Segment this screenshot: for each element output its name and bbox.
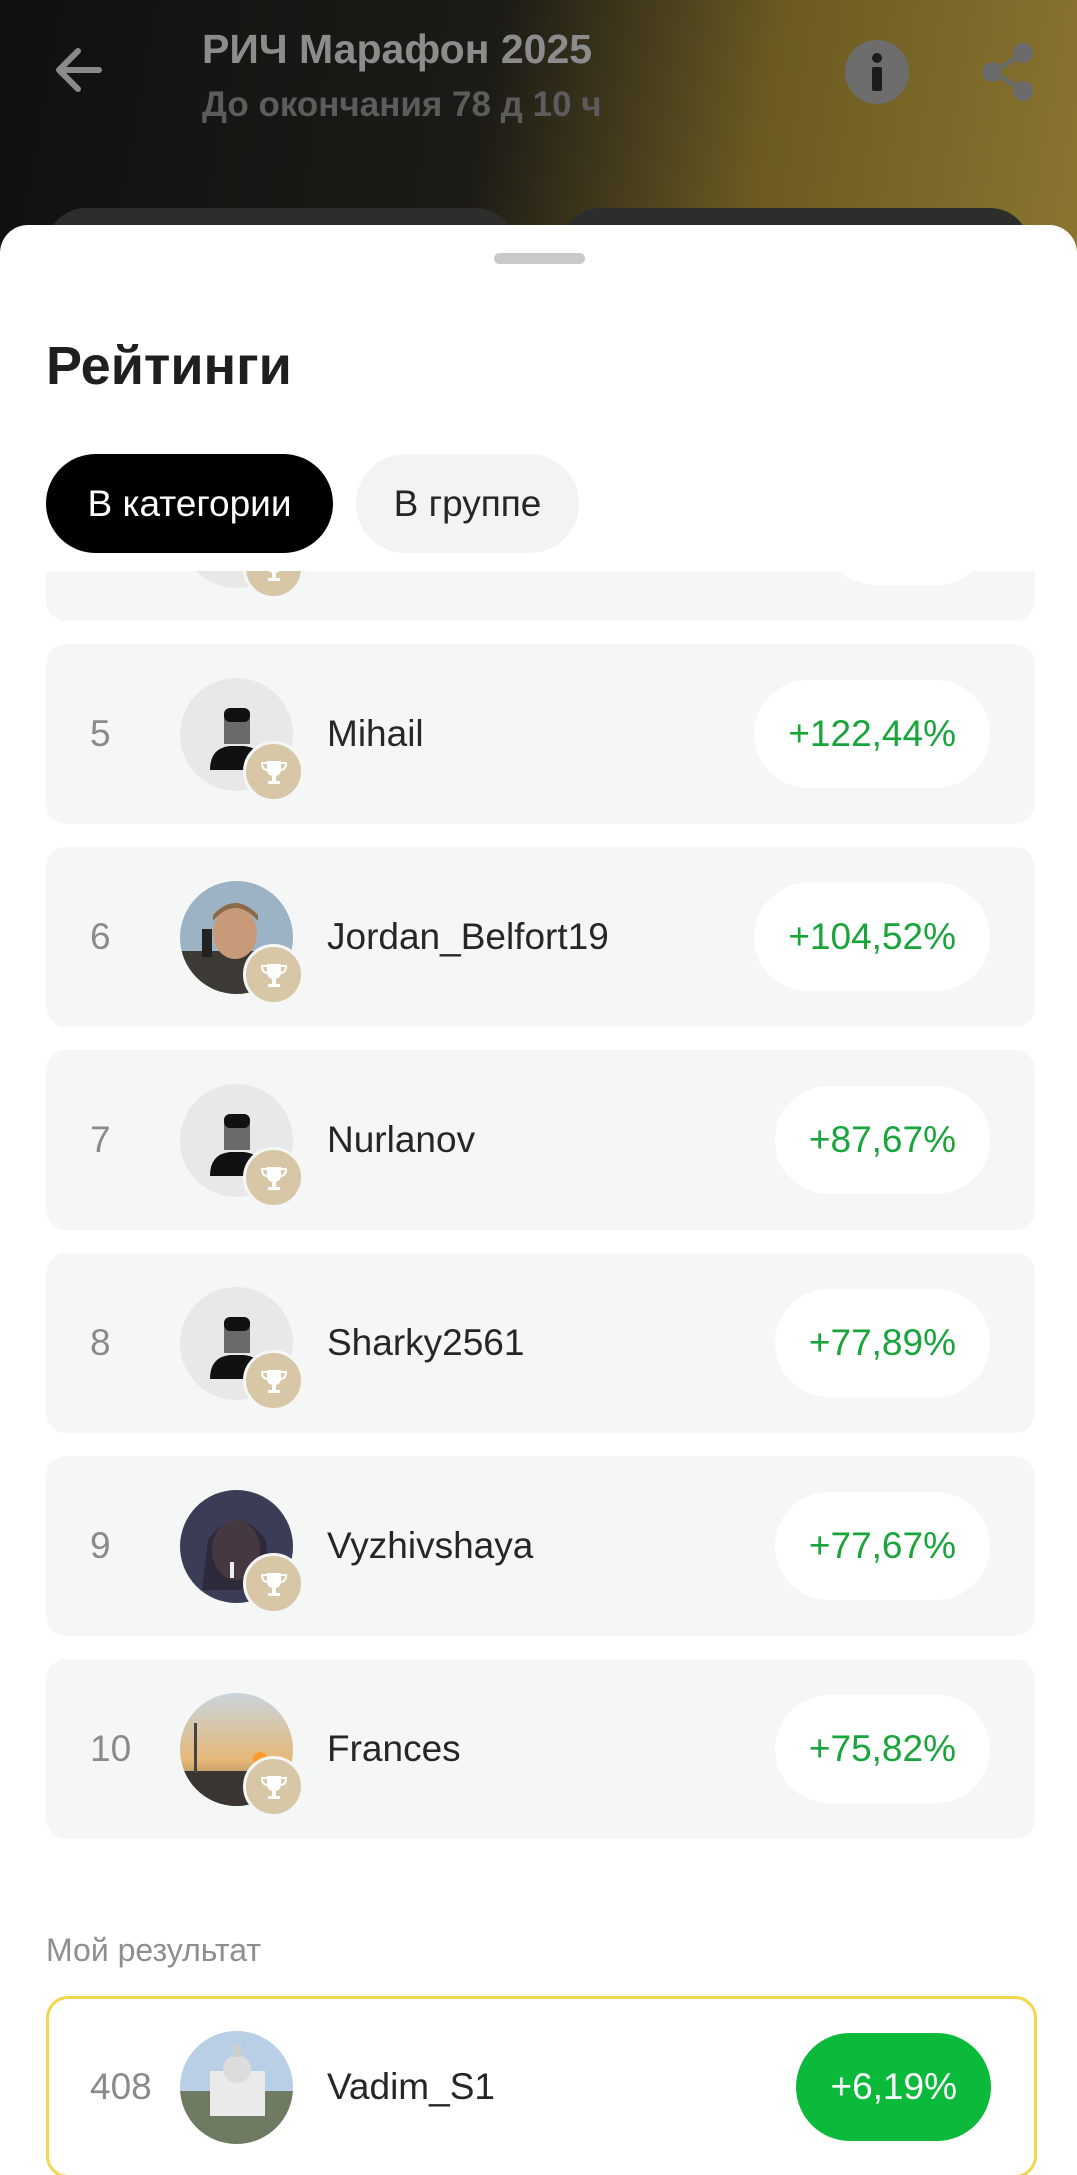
marathon-countdown: До окончания 78 д 10 ч xyxy=(202,85,602,124)
ranking-row[interactable]: 5 Mihail +122,44% xyxy=(46,644,1035,824)
result-badge xyxy=(822,571,990,585)
info-icon xyxy=(872,53,882,91)
username: Sharky2561 xyxy=(327,1322,525,1363)
ranking-row[interactable]: 9 Vyzhivshaya +77,67% xyxy=(46,1456,1035,1636)
rank-number: 6 xyxy=(90,916,111,957)
tab-in-category[interactable]: В категории xyxy=(46,454,333,553)
my-result-label: Мой результат xyxy=(46,1932,261,1968)
ranking-row[interactable]: 6 Jordan_Belfort19 +104,52% xyxy=(46,847,1035,1027)
rank-number: 10 xyxy=(90,1728,132,1769)
ratings-list[interactable]: 5 Mihail +122,44% 6 Jordan_Belfort19 +104,52%… xyxy=(0,571,1077,1901)
sheet-drag-handle[interactable] xyxy=(494,253,585,264)
my-avatar xyxy=(180,2031,293,2144)
ranking-row[interactable]: 8 Sharky2561 +77,89% xyxy=(46,1253,1035,1433)
username: Nurlanov xyxy=(327,1119,476,1160)
share-icon xyxy=(982,43,1033,101)
my-result-row[interactable]: 408 Vadim_S1 +6,19% xyxy=(46,1996,1037,2175)
ranking-row[interactable] xyxy=(46,571,1035,621)
username: Jordan_Belfort19 xyxy=(327,916,609,957)
sheet-title: Рейтинги xyxy=(46,336,292,396)
trophy-icon xyxy=(243,944,304,1005)
result-badge: +75,82% xyxy=(774,1695,990,1803)
arrow-left-icon xyxy=(56,48,102,92)
my-rank: 408 xyxy=(90,2066,152,2107)
ranking-row[interactable]: 7 Nurlanov +87,67% xyxy=(46,1050,1035,1230)
rank-number: 8 xyxy=(90,1322,111,1363)
result-badge: +77,89% xyxy=(774,1289,990,1397)
ratings-sheet: Рейтинги В категории В группе 5 Mihail +12… xyxy=(0,225,1077,2175)
trophy-icon xyxy=(243,1350,304,1411)
result-badge: +87,67% xyxy=(774,1086,990,1194)
trophy-icon xyxy=(243,1756,304,1817)
info-button[interactable] xyxy=(845,40,909,104)
tab-in-group[interactable]: В группе xyxy=(356,454,579,553)
my-result-badge: +6,19% xyxy=(796,2033,991,2141)
marathon-title: РИЧ Марафон 2025 xyxy=(202,26,593,72)
result-badge: +77,67% xyxy=(774,1492,990,1600)
rank-number: 5 xyxy=(90,713,111,754)
rank-number: 9 xyxy=(90,1525,111,1566)
username: Vyzhivshaya xyxy=(327,1525,534,1566)
username: Frances xyxy=(327,1728,461,1769)
share-button[interactable] xyxy=(976,40,1040,104)
back-button[interactable] xyxy=(48,40,108,100)
result-badge: +122,44% xyxy=(754,680,990,788)
trophy-icon xyxy=(243,741,304,802)
result-badge: +104,52% xyxy=(754,883,990,991)
trophy-icon xyxy=(243,1553,304,1614)
username: Mihail xyxy=(327,713,424,754)
ranking-row[interactable]: 10 Frances +75,82% xyxy=(46,1659,1035,1839)
trophy-icon xyxy=(243,571,304,599)
my-username: Vadim_S1 xyxy=(327,2066,495,2107)
rank-number: 7 xyxy=(90,1119,111,1160)
background-header: РИЧ Марафон 2025 До окончания 78 д 10 ч xyxy=(0,0,1077,288)
trophy-icon xyxy=(243,1147,304,1208)
